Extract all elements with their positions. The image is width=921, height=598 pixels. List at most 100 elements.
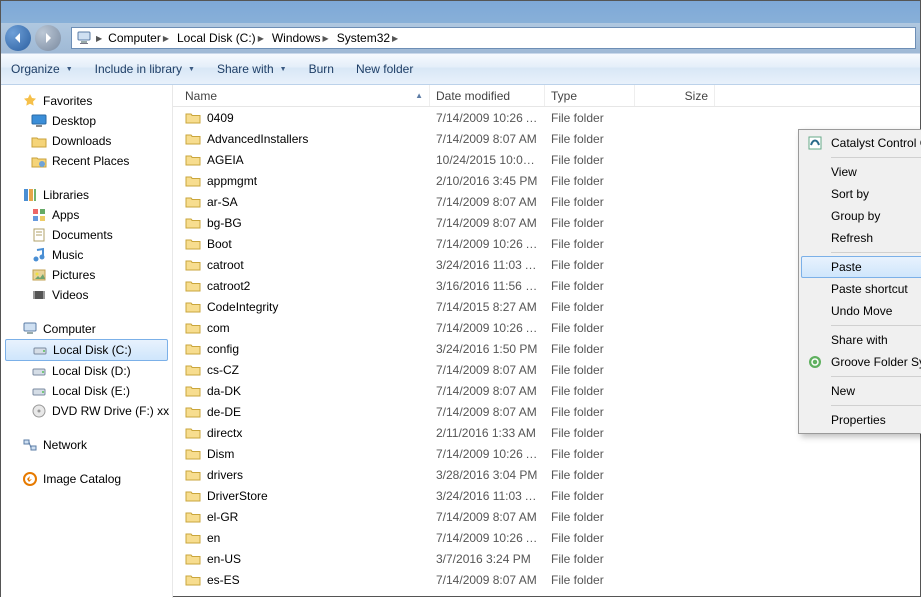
breadcrumb-windows[interactable]: Windows▶ <box>270 31 331 45</box>
column-date-modified[interactable]: Date modified <box>430 85 545 106</box>
file-row[interactable]: drivers3/28/2016 3:04 PMFile folder <box>173 464 920 485</box>
file-row[interactable]: DriverStore3/24/2016 11:03 AMFile folder <box>173 485 920 506</box>
context-menu-separator <box>831 376 921 377</box>
sidebar-item-pictures[interactable]: Pictures <box>1 265 172 285</box>
breadcrumb-system32[interactable]: System32▶ <box>335 31 401 45</box>
file-type: File folder <box>545 573 635 587</box>
libraries-group[interactable]: Libraries <box>1 185 172 205</box>
file-name: 0409 <box>207 111 234 125</box>
address-bar[interactable]: ▶ Computer▶ Local Disk (C:)▶ Windows▶ Sy… <box>71 27 916 49</box>
context-menu-item[interactable]: Properties <box>801 409 921 431</box>
file-row[interactable]: es-ES7/14/2009 8:07 AMFile folder <box>173 569 920 590</box>
context-menu-item[interactable]: View▶ <box>801 161 921 183</box>
breadcrumb-computer[interactable]: Computer▶ <box>106 31 171 45</box>
sidebar-item-documents[interactable]: Documents <box>1 225 172 245</box>
file-name: Dism <box>207 447 234 461</box>
file-date: 7/14/2009 8:07 AM <box>430 363 545 377</box>
organize-menu[interactable]: Organize▼ <box>11 62 73 76</box>
file-name: AdvancedInstallers <box>207 132 308 146</box>
file-date: 3/16/2016 11:56 PM <box>430 279 545 293</box>
file-type: File folder <box>545 510 635 524</box>
sidebar-item-videos[interactable]: Videos <box>1 285 172 305</box>
column-type[interactable]: Type <box>545 85 635 106</box>
folder-icon <box>185 530 201 546</box>
context-menu-label: Sort by <box>831 187 869 201</box>
file-name: cs-CZ <box>207 363 239 377</box>
folder-icon <box>185 383 201 399</box>
sidebar-item-desktop[interactable]: Desktop <box>1 111 172 131</box>
favorites-group[interactable]: Favorites <box>1 91 172 111</box>
folder-icon <box>185 173 201 189</box>
file-name: da-DK <box>207 384 241 398</box>
file-name: catroot <box>207 258 244 272</box>
context-menu-item[interactable]: Catalyst Control Center <box>801 132 921 154</box>
sidebar-item-local-disk-c[interactable]: Local Disk (C:) <box>5 339 168 361</box>
file-name: el-GR <box>207 510 238 524</box>
address-toolbar: ▶ Computer▶ Local Disk (C:)▶ Windows▶ Sy… <box>1 23 920 53</box>
folder-icon <box>185 236 201 252</box>
folder-icon <box>185 320 201 336</box>
file-type: File folder <box>545 447 635 461</box>
back-button[interactable] <box>5 25 31 51</box>
include-in-library-menu[interactable]: Include in library▼ <box>95 62 195 76</box>
context-menu-item[interactable]: Groove Folder Synchronization▶ <box>801 351 921 373</box>
context-menu-separator <box>831 252 921 253</box>
column-size[interactable]: Size <box>635 85 715 106</box>
file-row[interactable]: 04097/14/2009 10:26 AMFile folder <box>173 107 920 128</box>
computer-group[interactable]: Computer <box>1 319 172 339</box>
sidebar-item-local-disk-e[interactable]: Local Disk (E:) <box>1 381 172 401</box>
column-headers: Name▲ Date modified Type Size <box>173 85 920 107</box>
sidebar-item-dvd-rw-drive[interactable]: DVD RW Drive (F:) xx <box>1 401 172 421</box>
breadcrumb-arrow[interactable]: ▶ <box>96 34 102 43</box>
file-date: 3/7/2016 3:24 PM <box>430 552 545 566</box>
sidebar-item-music[interactable]: Music <box>1 245 172 265</box>
file-type: File folder <box>545 405 635 419</box>
context-menu-item[interactable]: New▶ <box>801 380 921 402</box>
image-catalog-label: Image Catalog <box>43 472 121 486</box>
file-type: File folder <box>545 111 635 125</box>
folder-icon <box>185 467 201 483</box>
context-menu-item[interactable]: Undo MoveCtrl+Z <box>801 300 921 322</box>
file-type: File folder <box>545 300 635 314</box>
folder-icon <box>185 551 201 567</box>
file-date: 7/14/2009 8:07 AM <box>430 384 545 398</box>
forward-button[interactable] <box>35 25 61 51</box>
file-name: com <box>207 321 230 335</box>
sidebar-item-downloads[interactable]: Downloads <box>1 131 172 151</box>
new-folder-button[interactable]: New folder <box>356 62 413 76</box>
file-type: File folder <box>545 489 635 503</box>
folder-icon <box>185 278 201 294</box>
context-menu-item[interactable]: Group by▶ <box>801 205 921 227</box>
file-type: File folder <box>545 321 635 335</box>
context-menu-item[interactable]: Paste <box>801 256 921 278</box>
file-date: 7/14/2009 10:26 AM <box>430 531 545 545</box>
burn-button[interactable]: Burn <box>309 62 334 76</box>
desktop-icon <box>31 113 47 129</box>
context-menu-item[interactable]: Paste shortcut <box>801 278 921 300</box>
context-menu-item[interactable]: Sort by▶ <box>801 183 921 205</box>
file-name: bg-BG <box>207 216 242 230</box>
column-name[interactable]: Name▲ <box>179 85 430 106</box>
context-menu-item[interactable]: Share with▶ <box>801 329 921 351</box>
context-menu-separator <box>831 325 921 326</box>
sidebar-item-apps[interactable]: Apps <box>1 205 172 225</box>
file-row[interactable]: Dism7/14/2009 10:26 AMFile folder <box>173 443 920 464</box>
content-pane: Name▲ Date modified Type Size 04097/14/2… <box>173 85 920 598</box>
favorites-label: Favorites <box>43 94 92 108</box>
network-group[interactable]: Network <box>1 435 172 455</box>
breadcrumb-local-disk-c[interactable]: Local Disk (C:)▶ <box>175 31 266 45</box>
image-catalog-group[interactable]: Image Catalog <box>1 469 172 489</box>
sidebar-item-recent-places[interactable]: Recent Places <box>1 151 172 171</box>
folder-icon <box>185 110 201 126</box>
context-menu-item[interactable]: Refresh <box>801 227 921 249</box>
file-name: es-ES <box>207 573 240 587</box>
libraries-icon <box>22 187 38 203</box>
sidebar-item-local-disk-d[interactable]: Local Disk (D:) <box>1 361 172 381</box>
file-row[interactable]: el-GR7/14/2009 8:07 AMFile folder <box>173 506 920 527</box>
share-with-menu[interactable]: Share with▼ <box>217 62 287 76</box>
file-type: File folder <box>545 531 635 545</box>
file-row[interactable]: en7/14/2009 10:26 AMFile folder <box>173 527 920 548</box>
file-type: File folder <box>545 237 635 251</box>
file-date: 7/14/2009 8:07 AM <box>430 216 545 230</box>
file-row[interactable]: en-US3/7/2016 3:24 PMFile folder <box>173 548 920 569</box>
